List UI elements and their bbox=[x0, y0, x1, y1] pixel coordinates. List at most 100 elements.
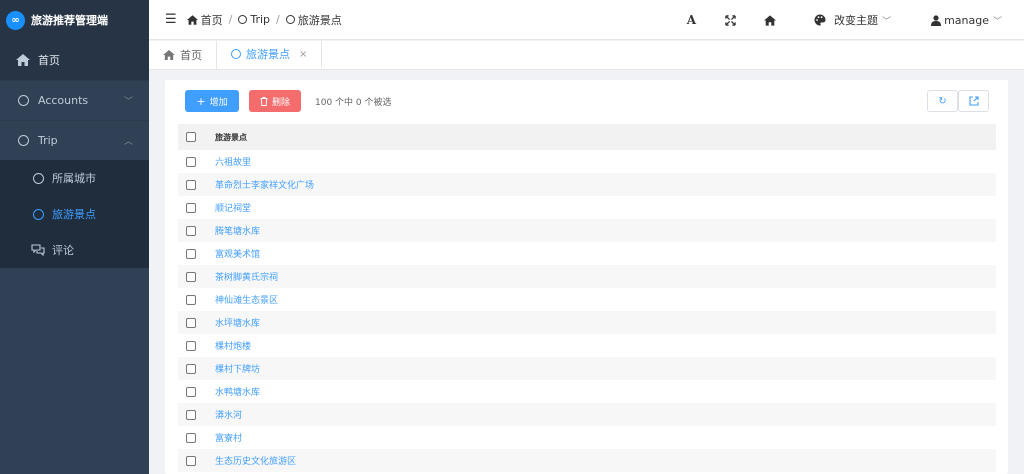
breadcrumb-current: 旅游景点 bbox=[285, 12, 342, 28]
sidebar-item-attractions[interactable]: 旅游景点 bbox=[0, 196, 149, 232]
circle-icon bbox=[231, 49, 241, 59]
breadcrumb-separator: / bbox=[228, 13, 233, 26]
circle-icon bbox=[31, 208, 45, 220]
circle-icon bbox=[285, 15, 295, 24]
table-row: 生态历史文化旅游区 bbox=[178, 449, 996, 472]
row-checkbox[interactable] bbox=[186, 386, 196, 397]
column-header: 旅游景点 bbox=[215, 132, 247, 142]
attraction-link[interactable]: 革命烈士李家祥文化广场 bbox=[215, 178, 314, 191]
attraction-link[interactable]: 生态历史文化旅游区 bbox=[215, 454, 296, 467]
export-button[interactable] bbox=[958, 90, 989, 112]
hamburger-icon[interactable]: ☰ bbox=[165, 12, 177, 27]
home-icon bbox=[163, 50, 175, 60]
attraction-link[interactable]: 六祖故里 bbox=[215, 155, 251, 168]
font-size-icon[interactable]: A bbox=[687, 13, 696, 27]
breadcrumb: 首页 / Trip / 旅游景点 bbox=[186, 12, 342, 28]
row-checkbox[interactable] bbox=[186, 179, 196, 190]
table-row: 富寮村 bbox=[178, 426, 996, 449]
select-all-checkbox[interactable] bbox=[186, 132, 196, 142]
attraction-link[interactable]: 富寮村 bbox=[215, 431, 242, 444]
row-checkbox[interactable] bbox=[186, 202, 196, 213]
table-row: 棵村炮楼 bbox=[178, 334, 996, 357]
user-icon bbox=[931, 14, 942, 26]
user-menu[interactable]: manage ﹀ bbox=[931, 14, 1002, 27]
chevron-up-icon: ︿ bbox=[123, 137, 133, 147]
attraction-link[interactable]: 神仙滩生态景区 bbox=[215, 293, 278, 306]
sidebar-item-trip[interactable]: Trip ︿ bbox=[0, 120, 149, 160]
attraction-link[interactable]: 腾笔塘水库 bbox=[215, 224, 260, 237]
app-title: 旅游推荐管理端 bbox=[31, 14, 108, 27]
sidebar-item-label: Accounts bbox=[38, 94, 89, 107]
sidebar-item-comments[interactable]: 评论 bbox=[0, 232, 149, 268]
sidebar-item-label: 旅游景点 bbox=[52, 208, 96, 221]
attraction-link[interactable]: 水鸭塘水库 bbox=[215, 385, 260, 398]
row-checkbox[interactable] bbox=[186, 363, 196, 374]
top-header: ☰ 首页 / Trip / 旅游景点 A 改变主题 ﹀ manage ﹀ bbox=[149, 0, 1024, 40]
row-checkbox[interactable] bbox=[186, 432, 196, 443]
row-checkbox[interactable] bbox=[186, 317, 196, 328]
row-checkbox[interactable] bbox=[186, 340, 196, 351]
tab-bar: 首页 旅游景点 × bbox=[149, 41, 1024, 70]
chevron-down-icon: ﹀ bbox=[882, 16, 892, 27]
sidebar-item-label: Trip bbox=[38, 134, 58, 147]
toolbar: + 增加 删除 100 个中 0 个被选 ↻ bbox=[165, 80, 1008, 124]
export-icon bbox=[968, 96, 979, 106]
circle-icon bbox=[238, 15, 248, 24]
logo-bar: ∞ 旅游推荐管理端 bbox=[0, 0, 149, 40]
breadcrumb-home[interactable]: 首页 bbox=[186, 12, 223, 28]
chevron-down-icon: ﹀ bbox=[123, 97, 133, 107]
table-header: 旅游景点 bbox=[178, 124, 996, 150]
attraction-link[interactable]: 水坪塘水库 bbox=[215, 316, 260, 329]
sidebar-item-label: 评论 bbox=[52, 244, 74, 257]
attraction-link[interactable]: 漭水河 bbox=[215, 408, 242, 421]
table-row: 富观美术馆 bbox=[178, 242, 996, 265]
row-checkbox[interactable] bbox=[186, 294, 196, 305]
header-actions: A 改变主题 ﹀ manage ﹀ bbox=[687, 0, 1024, 40]
table-row: 水坪塘水库 bbox=[178, 311, 996, 334]
refresh-button[interactable]: ↻ bbox=[927, 90, 958, 112]
row-checkbox[interactable] bbox=[186, 225, 196, 236]
trash-icon bbox=[260, 96, 268, 106]
row-checkbox[interactable] bbox=[186, 248, 196, 259]
breadcrumb-trip[interactable]: Trip bbox=[238, 13, 270, 26]
tab-attractions[interactable]: 旅游景点 × bbox=[217, 41, 323, 69]
table-row: 六祖故里 bbox=[178, 150, 996, 173]
close-icon[interactable]: × bbox=[299, 49, 307, 60]
row-checkbox[interactable] bbox=[186, 455, 196, 466]
tab-home[interactable]: 首页 bbox=[149, 41, 217, 69]
attraction-link[interactable]: 棵村下牌坊 bbox=[215, 362, 260, 375]
home-icon bbox=[16, 54, 30, 66]
home-icon bbox=[186, 14, 198, 25]
row-checkbox[interactable] bbox=[186, 271, 196, 282]
logo-icon: ∞ bbox=[6, 10, 25, 30]
attraction-link[interactable]: 棵村炮楼 bbox=[215, 339, 251, 352]
table-row: 顺记祠堂 bbox=[178, 196, 996, 219]
sidebar-item-accounts[interactable]: Accounts ﹀ bbox=[0, 80, 149, 120]
plus-icon: + bbox=[196, 94, 206, 108]
row-checkbox[interactable] bbox=[186, 409, 196, 420]
table-row: 革命烈士李家祥文化广场 bbox=[178, 173, 996, 196]
delete-button[interactable]: 删除 bbox=[249, 90, 301, 112]
selection-count: 100 个中 0 个被选 bbox=[315, 98, 392, 108]
chevron-down-icon: ﹀ bbox=[992, 16, 1002, 27]
add-button[interactable]: + 增加 bbox=[185, 90, 239, 112]
fullscreen-icon[interactable] bbox=[725, 14, 736, 26]
home-icon[interactable] bbox=[764, 14, 777, 26]
content-card: + 增加 删除 100 个中 0 个被选 ↻ 旅游景点 六祖故里革命烈士李家祥文… bbox=[165, 80, 1008, 474]
sidebar-item-home[interactable]: 首页 bbox=[0, 40, 149, 80]
table-row: 棵村下牌坊 bbox=[178, 357, 996, 380]
table-row: 水鸭塘水库 bbox=[178, 380, 996, 403]
attraction-link[interactable]: 茶树脚黄氏宗祠 bbox=[215, 270, 278, 283]
circle-icon bbox=[16, 95, 30, 106]
table-row: 神仙滩生态景区 bbox=[178, 288, 996, 311]
table-row: 漭水河 bbox=[178, 403, 996, 426]
sidebar-item-city[interactable]: 所属城市 bbox=[0, 160, 149, 196]
attraction-link[interactable]: 富观美术馆 bbox=[215, 247, 260, 260]
table-body: 六祖故里革命烈士李家祥文化广场 顺记祠堂腾笔塘水库富观美术馆茶树脚黄氏宗祠 神仙滩生… bbox=[178, 150, 996, 472]
change-theme-button[interactable]: 改变主题 ﹀ bbox=[814, 12, 891, 28]
row-checkbox[interactable] bbox=[186, 156, 196, 167]
circle-icon bbox=[16, 135, 30, 146]
sidebar-item-label: 所属城市 bbox=[52, 172, 96, 185]
attractions-table: 旅游景点 六祖故里革命烈士李家祥文化广场 顺记祠堂腾笔塘水库富观美术馆茶树脚黄氏宗… bbox=[178, 124, 996, 472]
attraction-link[interactable]: 顺记祠堂 bbox=[215, 201, 251, 214]
